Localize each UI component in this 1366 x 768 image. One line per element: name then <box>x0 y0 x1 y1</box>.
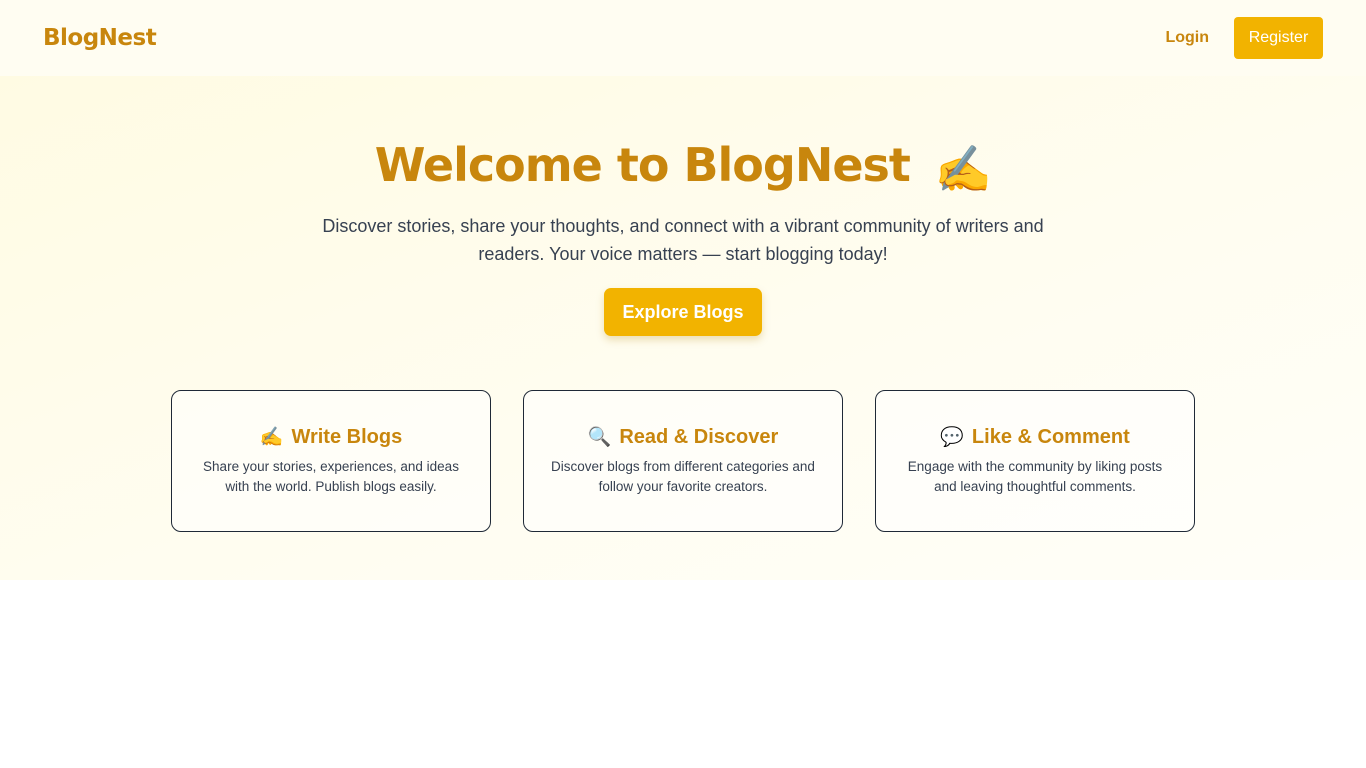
magnifier-icon: 🔍 <box>587 427 612 448</box>
feature-card-title: 🔍 Read & Discover <box>524 426 842 449</box>
writing-hand-icon: ✍️ <box>934 142 992 196</box>
hero-section: Welcome to BlogNest ✍️ Discover stories,… <box>0 76 1366 580</box>
feature-card-read: 🔍 Read & Discover Discover blogs from di… <box>523 390 843 532</box>
explore-blogs-button[interactable]: Explore Blogs <box>604 288 762 336</box>
speech-bubble-icon: 💬 <box>940 427 964 448</box>
navbar: BlogNest Login Register <box>0 0 1366 76</box>
hero-title-text: Welcome to BlogNest <box>374 138 911 192</box>
feature-card-title-text: Write Blogs <box>291 426 403 448</box>
hero-subtitle: Discover stories, share your thoughts, a… <box>322 216 1044 264</box>
feature-card-description: Share your stories, experiences, and ide… <box>203 459 459 494</box>
writing-hand-icon: ✍️ <box>259 427 284 448</box>
feature-card-title-text: Like & Comment <box>971 426 1130 448</box>
feature-card-description: Discover blogs from different categories… <box>551 459 815 494</box>
nav-actions: Login Register <box>1165 17 1323 59</box>
login-link[interactable]: Login <box>1165 29 1209 47</box>
feature-card-title-text: Read & Discover <box>619 426 779 448</box>
feature-card-write: ✍️ Write Blogs Share your stories, exper… <box>171 390 491 532</box>
feature-card-like: 💬 Like & Comment Engage with the communi… <box>875 390 1195 532</box>
register-button[interactable]: Register <box>1234 17 1323 59</box>
hero-title: Welcome to BlogNest ✍️ <box>0 138 1366 197</box>
feature-card-title: 💬 Like & Comment <box>876 426 1194 449</box>
feature-card-title: ✍️ Write Blogs <box>172 426 490 449</box>
feature-card-description: Engage with the community by liking post… <box>907 459 1163 494</box>
brand-logo[interactable]: BlogNest <box>43 25 157 51</box>
